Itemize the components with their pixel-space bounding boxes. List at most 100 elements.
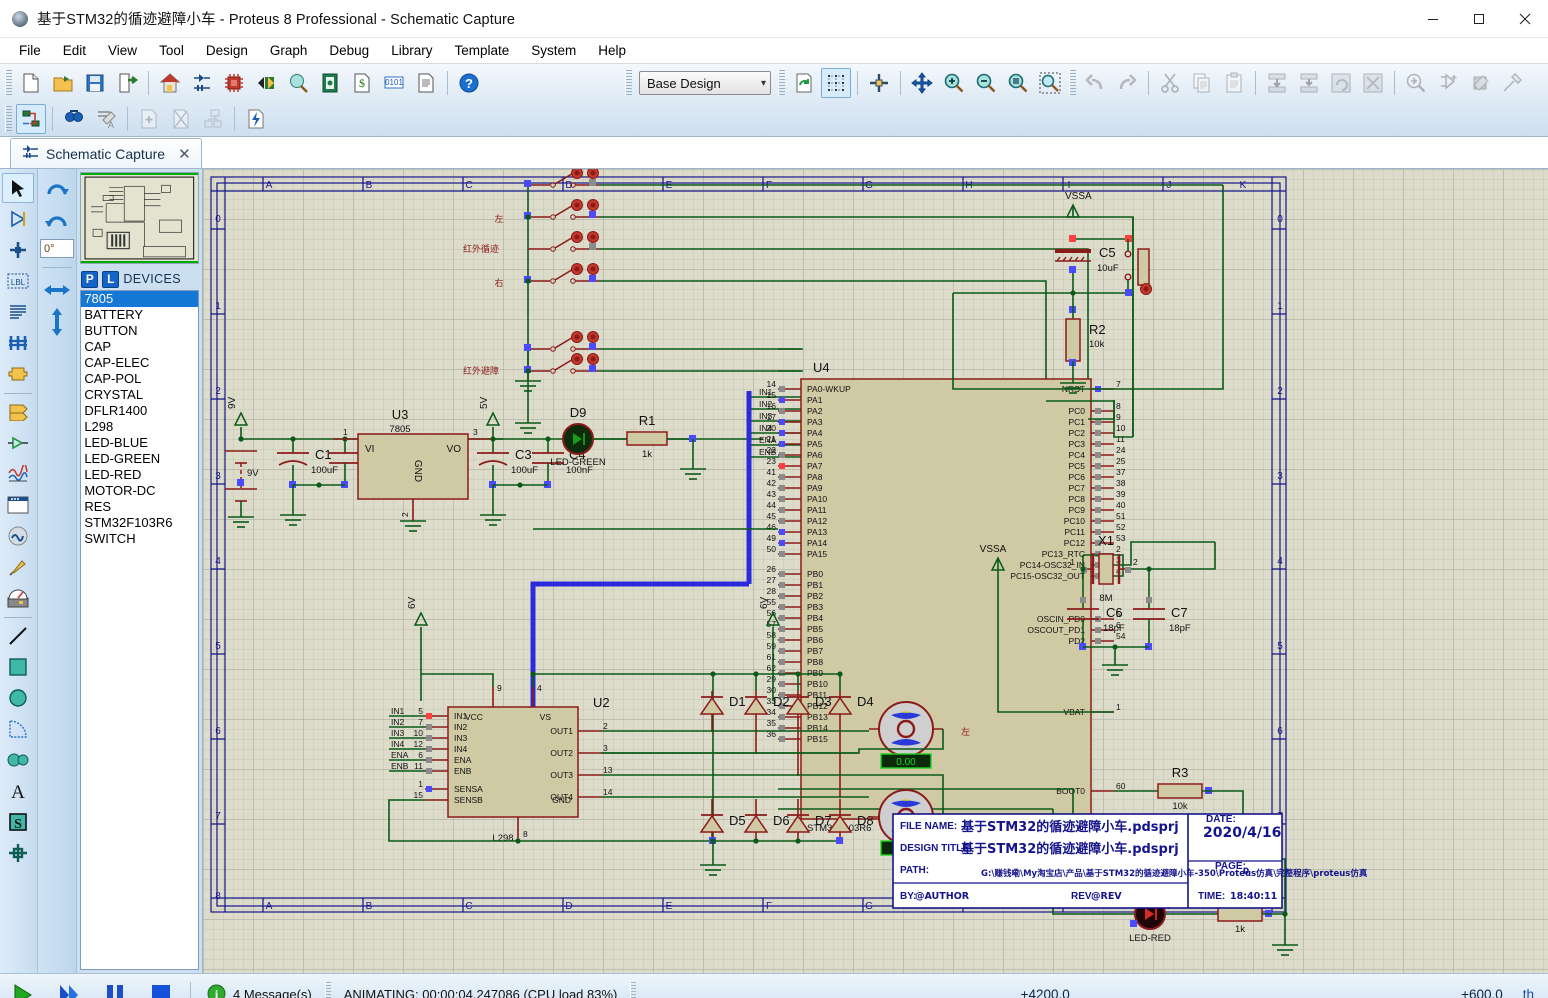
device-item-led-blue[interactable]: LED-BLUE xyxy=(81,435,198,451)
symbol-tool-icon[interactable]: S xyxy=(2,807,34,837)
motor-left[interactable]: 0.00 左 xyxy=(601,701,970,769)
device-item-battery[interactable]: BATTERY xyxy=(81,307,198,323)
block-copy-icon[interactable] xyxy=(1262,68,1292,98)
menu-edit[interactable]: Edit xyxy=(52,40,97,61)
design-explorer-icon[interactable] xyxy=(315,68,345,98)
device-item-cap-elec[interactable]: CAP-ELEC xyxy=(81,355,198,371)
wire-autorouter-icon[interactable] xyxy=(16,104,46,134)
circle-tool-icon[interactable] xyxy=(2,683,34,713)
device-item-motor-dc[interactable]: MOTOR-DC xyxy=(81,483,198,499)
marker-tool-icon[interactable] xyxy=(2,838,34,868)
mcu-u4[interactable]: U4 STM32F103R6 PA0-WKUP PA1 PA2 PA3 PA4 … xyxy=(767,360,1126,834)
decompose-icon[interactable] xyxy=(1497,68,1527,98)
minimize-button[interactable] xyxy=(1410,0,1456,38)
res-r1[interactable]: R1 1k xyxy=(626,413,706,480)
new-file-icon[interactable] xyxy=(16,68,46,98)
schematic-canvas[interactable]: .wire{stroke:#0a5a18;stroke-width:1.6;fi… xyxy=(202,169,1548,973)
menu-library[interactable]: Library xyxy=(380,40,443,61)
voltage-probe-icon[interactable] xyxy=(2,552,34,582)
pcb-layout-icon[interactable] xyxy=(219,68,249,98)
menu-debug[interactable]: Debug xyxy=(318,40,380,61)
device-item-stm32f103r6[interactable]: STM32F103R6 xyxy=(81,515,198,531)
make-device-icon[interactable] xyxy=(1433,68,1463,98)
bom-report-icon[interactable]: $ xyxy=(347,68,377,98)
device-item-led-red[interactable]: LED-RED xyxy=(81,467,198,483)
grid-toggle-icon[interactable] xyxy=(821,68,851,98)
menu-template[interactable]: Template xyxy=(443,40,520,61)
terminals-mode-icon[interactable] xyxy=(2,397,34,427)
menu-view[interactable]: View xyxy=(97,40,148,61)
zoom-area-icon[interactable] xyxy=(1035,68,1065,98)
close-icon[interactable]: ✕ xyxy=(178,145,191,163)
selection-mode-icon[interactable] xyxy=(2,173,35,203)
subcircuit-mode-icon[interactable] xyxy=(2,359,34,389)
library-manager-button[interactable]: L xyxy=(102,270,120,288)
pick-device-icon[interactable] xyxy=(1401,68,1431,98)
virtual-instrument-icon[interactable] xyxy=(2,583,34,613)
device-item-cap-pol[interactable]: CAP-POL xyxy=(81,371,198,387)
device-item-7805[interactable]: 7805 xyxy=(81,291,198,307)
toolbar-grip-3[interactable] xyxy=(778,70,785,96)
schematic-drawing[interactable]: .wire{stroke:#0a5a18;stroke-width:1.6;fi… xyxy=(203,169,1548,973)
paste-icon[interactable] xyxy=(1219,68,1249,98)
cap-c1[interactable]: C1 100uF xyxy=(277,436,338,526)
refresh-icon[interactable] xyxy=(789,68,819,98)
menu-tool[interactable]: Tool xyxy=(148,40,195,61)
message-status[interactable]: i 4 Message(s) xyxy=(197,976,322,998)
rotate-counterclockwise-icon[interactable] xyxy=(40,207,74,239)
zoom-to-fit-icon[interactable] xyxy=(1003,68,1033,98)
pick-devices-button[interactable]: P xyxy=(81,270,99,288)
redo-icon[interactable] xyxy=(1112,68,1142,98)
new-sheet-icon[interactable] xyxy=(134,104,164,134)
closed-path-tool-icon[interactable] xyxy=(2,745,34,775)
home-icon[interactable] xyxy=(155,68,185,98)
rotation-value[interactable]: 0° xyxy=(39,239,74,258)
buses-mode-icon[interactable] xyxy=(2,328,34,358)
block-rotate-icon[interactable] xyxy=(1326,68,1356,98)
line-tool-icon[interactable] xyxy=(2,621,34,651)
box-tool-icon[interactable] xyxy=(2,652,34,682)
sheet-hierarchy-icon[interactable] xyxy=(198,104,228,134)
mirror-horizontal-icon[interactable] xyxy=(40,274,74,306)
zoom-in-icon[interactable] xyxy=(939,68,969,98)
text-script-mode-icon[interactable] xyxy=(2,297,34,327)
3d-view-icon[interactable] xyxy=(251,68,281,98)
close-button[interactable] xyxy=(1502,0,1548,38)
device-item-led-green[interactable]: LED-GREEN xyxy=(81,451,198,467)
led-d9[interactable]: D9 LED-GREEN xyxy=(550,405,627,468)
step-icon[interactable] xyxy=(46,975,92,998)
graph-mode-icon[interactable] xyxy=(2,459,34,489)
rail-6v-left[interactable]: 6V xyxy=(407,596,429,701)
motor-driver-u2[interactable]: U2 L298 9 4 VCC VS IN1 IN2 IN3 IN4 ENA E… xyxy=(388,671,713,844)
tape-recorder-icon[interactable] xyxy=(2,490,34,520)
copy-icon[interactable] xyxy=(1187,68,1217,98)
tab-schematic-capture[interactable]: Schematic Capture ✕ xyxy=(10,138,202,168)
generator-mode-icon[interactable] xyxy=(2,521,34,551)
menu-graph[interactable]: Graph xyxy=(259,40,319,61)
export-icon[interactable] xyxy=(112,68,142,98)
maximize-button[interactable] xyxy=(1456,0,1502,38)
zoom-out-icon[interactable] xyxy=(971,68,1001,98)
source-code-icon[interactable]: 0101 xyxy=(379,68,409,98)
open-folder-icon[interactable] xyxy=(48,68,78,98)
pan-icon[interactable] xyxy=(907,68,937,98)
undo-icon[interactable] xyxy=(1080,68,1110,98)
device-pin-mode-icon[interactable] xyxy=(2,428,34,458)
schematic-capture-icon[interactable] xyxy=(187,68,217,98)
junction-dot-mode-icon[interactable] xyxy=(2,235,34,265)
arc-tool-icon[interactable] xyxy=(2,714,34,744)
device-item-button[interactable]: BUTTON xyxy=(81,323,198,339)
toolbar-grip-2[interactable] xyxy=(625,70,632,96)
mirror-vertical-icon[interactable] xyxy=(40,306,74,338)
bill-of-materials-search-icon[interactable] xyxy=(283,68,313,98)
toolbar-grip[interactable] xyxy=(5,70,12,96)
menu-design[interactable]: Design xyxy=(195,40,259,61)
component-mode-icon[interactable] xyxy=(2,204,34,234)
devices-list[interactable]: 7805 BATTERY BUTTON CAP CAP-ELEC CAP-POL… xyxy=(80,290,199,970)
device-item-dflr1400[interactable]: DFLR1400 xyxy=(81,403,198,419)
property-assignment-icon[interactable]: A xyxy=(91,104,121,134)
toolbar-grip-4[interactable] xyxy=(1069,70,1076,96)
cut-icon[interactable] xyxy=(1155,68,1185,98)
vssa-reset-network[interactable]: VSSA C5 10uF R2 10k xyxy=(952,191,1152,394)
device-item-l298[interactable]: L298 xyxy=(81,419,198,435)
